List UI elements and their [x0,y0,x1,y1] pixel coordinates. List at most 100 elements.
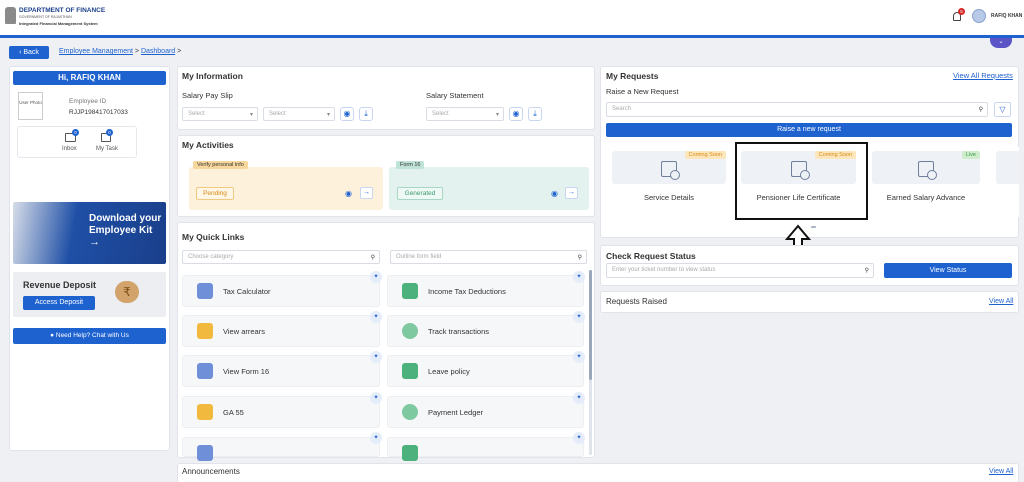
user-name[interactable]: RAFIQ KHAN [991,13,1022,19]
transactions-icon [402,323,418,339]
tax-deduction-icon [402,283,418,299]
payslip-view-eye-icon[interactable]: ◉ [340,107,354,121]
announcements-card [177,463,1019,482]
view-all-requests-link[interactable]: View All Requests [953,71,1013,80]
access-deposit-button[interactable]: Access Deposit [23,296,95,310]
form-field-search-input[interactable]: Outline form field ⚲ [390,250,587,264]
pin-icon[interactable]: ✦ [573,271,585,283]
quicklink-label: GA 55 [223,408,244,417]
arrow-right-icon[interactable]: → [565,187,578,199]
pin-icon[interactable]: ✦ [573,432,585,444]
salary-payslip-label: Salary Pay Slip [182,91,233,100]
quicklink-payment-ledger[interactable]: Payment Ledger [387,396,584,428]
quicklink-tax-calculator[interactable]: Tax Calculator [182,275,380,307]
quicklink-label: Payment Ledger [428,408,484,417]
pin-icon[interactable]: ✦ [370,351,382,363]
policy-icon [402,363,418,379]
quicklink-track-transactions[interactable]: Track transactions [387,315,584,347]
calendar-clock-icon [661,161,680,180]
request-card-service-details[interactable]: Coming Soon Service Details [606,147,732,217]
quicklink-label: Leave policy [428,367,470,376]
activity-tag: Verify personal info [193,161,248,169]
emblem-icon [5,7,16,24]
highlight-box [735,142,868,220]
payslip-year-select[interactable]: Select ▾ [263,107,335,121]
eye-icon[interactable]: ◉ [551,189,558,198]
help-chat-button[interactable]: ● Need Help? Chat with Us [13,328,166,344]
pin-icon[interactable]: ✦ [370,271,382,283]
announcements-view-all[interactable]: View All [989,468,1013,475]
back-label: Back [23,49,39,56]
form-icon [197,445,213,461]
quicklink-view-arrears[interactable]: View arrears [182,315,380,347]
back-button[interactable]: ‹ Back [9,46,49,59]
statement-view-eye-icon[interactable]: ◉ [509,107,523,121]
avatar[interactable] [972,9,986,23]
search-placeholder: Search [612,106,632,112]
coming-soon-badge: Coming Soon [684,151,726,159]
ticket-placeholder: Enter your ticket number to view status [612,267,716,273]
quicklink-ga55[interactable]: GA 55 [182,396,380,428]
requests-raised-view-all[interactable]: View All [989,298,1013,305]
inbox-label[interactable]: Inbox [62,146,77,152]
dept-sub2: Integrated Financial Management System [19,21,98,26]
statement-select[interactable]: Select ▾ [426,107,504,121]
salary-statement-label: Salary Statement [426,91,484,100]
form-icon [197,363,213,379]
crumb-employee-management[interactable]: Employee Management [59,48,133,55]
quicklink-label: Track transactions [428,327,489,336]
activity-status-pending: Pending [196,187,234,200]
select-placeholder: Select [188,111,205,117]
pin-icon[interactable]: ✦ [370,432,382,444]
category-search-input[interactable]: Choose category ⚲ [182,250,380,264]
inbox-count: 0 [72,129,79,136]
quicklink-label: View Form 16 [223,367,270,376]
announcements-title: Announcements [182,467,240,476]
check-status-title: Check Request Status [606,251,696,261]
my-requests-title: My Requests [606,71,659,81]
view-status-button[interactable]: View Status [884,263,1012,278]
pin-icon[interactable]: ✦ [573,311,585,323]
activity-tag: Form 16 [396,161,425,169]
quicklink-partial[interactable] [182,437,380,461]
request-card-earned-salary-advance[interactable]: Live Earned Salary Advance [866,147,986,217]
folder-icon [197,323,213,339]
quicklink-partial[interactable] [387,437,584,461]
arrow-right-icon: → [89,236,100,248]
dept-sub1: GOVERNMENT OF RAJASTHAN [19,15,72,19]
crumb-dashboard[interactable]: Dashboard [141,48,175,55]
dept-title: DEPARTMENT OF FINANCE [19,7,106,14]
pin-icon[interactable]: ✦ [370,392,382,404]
scrollbar-thumb[interactable] [589,270,592,380]
filter-icon[interactable]: ▽ [994,102,1011,117]
statement-download-icon[interactable]: ⤓ [528,107,542,121]
task-label[interactable]: My Task [96,146,118,152]
activity-status-generated: Generated [397,187,443,200]
user-photo: User Photo [18,92,43,120]
search-icon: ⚲ [978,107,983,113]
eye-icon[interactable]: ◉ [345,189,352,198]
quicklink-income-tax-deductions[interactable]: Income Tax Deductions [387,275,584,307]
search-icon: ⚲ [577,255,582,261]
employee-id-label: Employee ID [69,98,107,105]
top-header [0,0,1024,38]
ticket-number-input[interactable]: Enter your ticket number to view status ⚲ [606,263,874,278]
payslip-month-select[interactable]: Select ▾ [182,107,258,121]
request-search-input[interactable]: Search ⚲ [606,102,988,117]
arrow-right-icon[interactable]: → [360,187,373,199]
collapse-toggle[interactable]: ⌄ [990,38,1012,48]
pin-icon[interactable]: ✦ [573,392,585,404]
revenue-title: Revenue Deposit [23,280,97,290]
live-badge: Live [961,151,980,159]
my-activities-title: My Activities [182,140,234,150]
breadcrumb: Employee Management > Dashboard > [59,48,181,55]
pin-icon[interactable]: ✦ [370,311,382,323]
quicklink-view-form16[interactable]: View Form 16 [182,355,380,387]
carousel-dot[interactable] [811,226,816,228]
pin-icon[interactable]: ✦ [573,351,585,363]
payslip-download-icon[interactable]: ⤓ [359,107,373,121]
raise-new-request-button[interactable]: Raise a new request [606,123,1012,137]
quicklink-label: View arrears [223,327,265,336]
request-card-partial[interactable] [990,147,1019,217]
quicklink-leave-policy[interactable]: Leave policy [387,355,584,387]
